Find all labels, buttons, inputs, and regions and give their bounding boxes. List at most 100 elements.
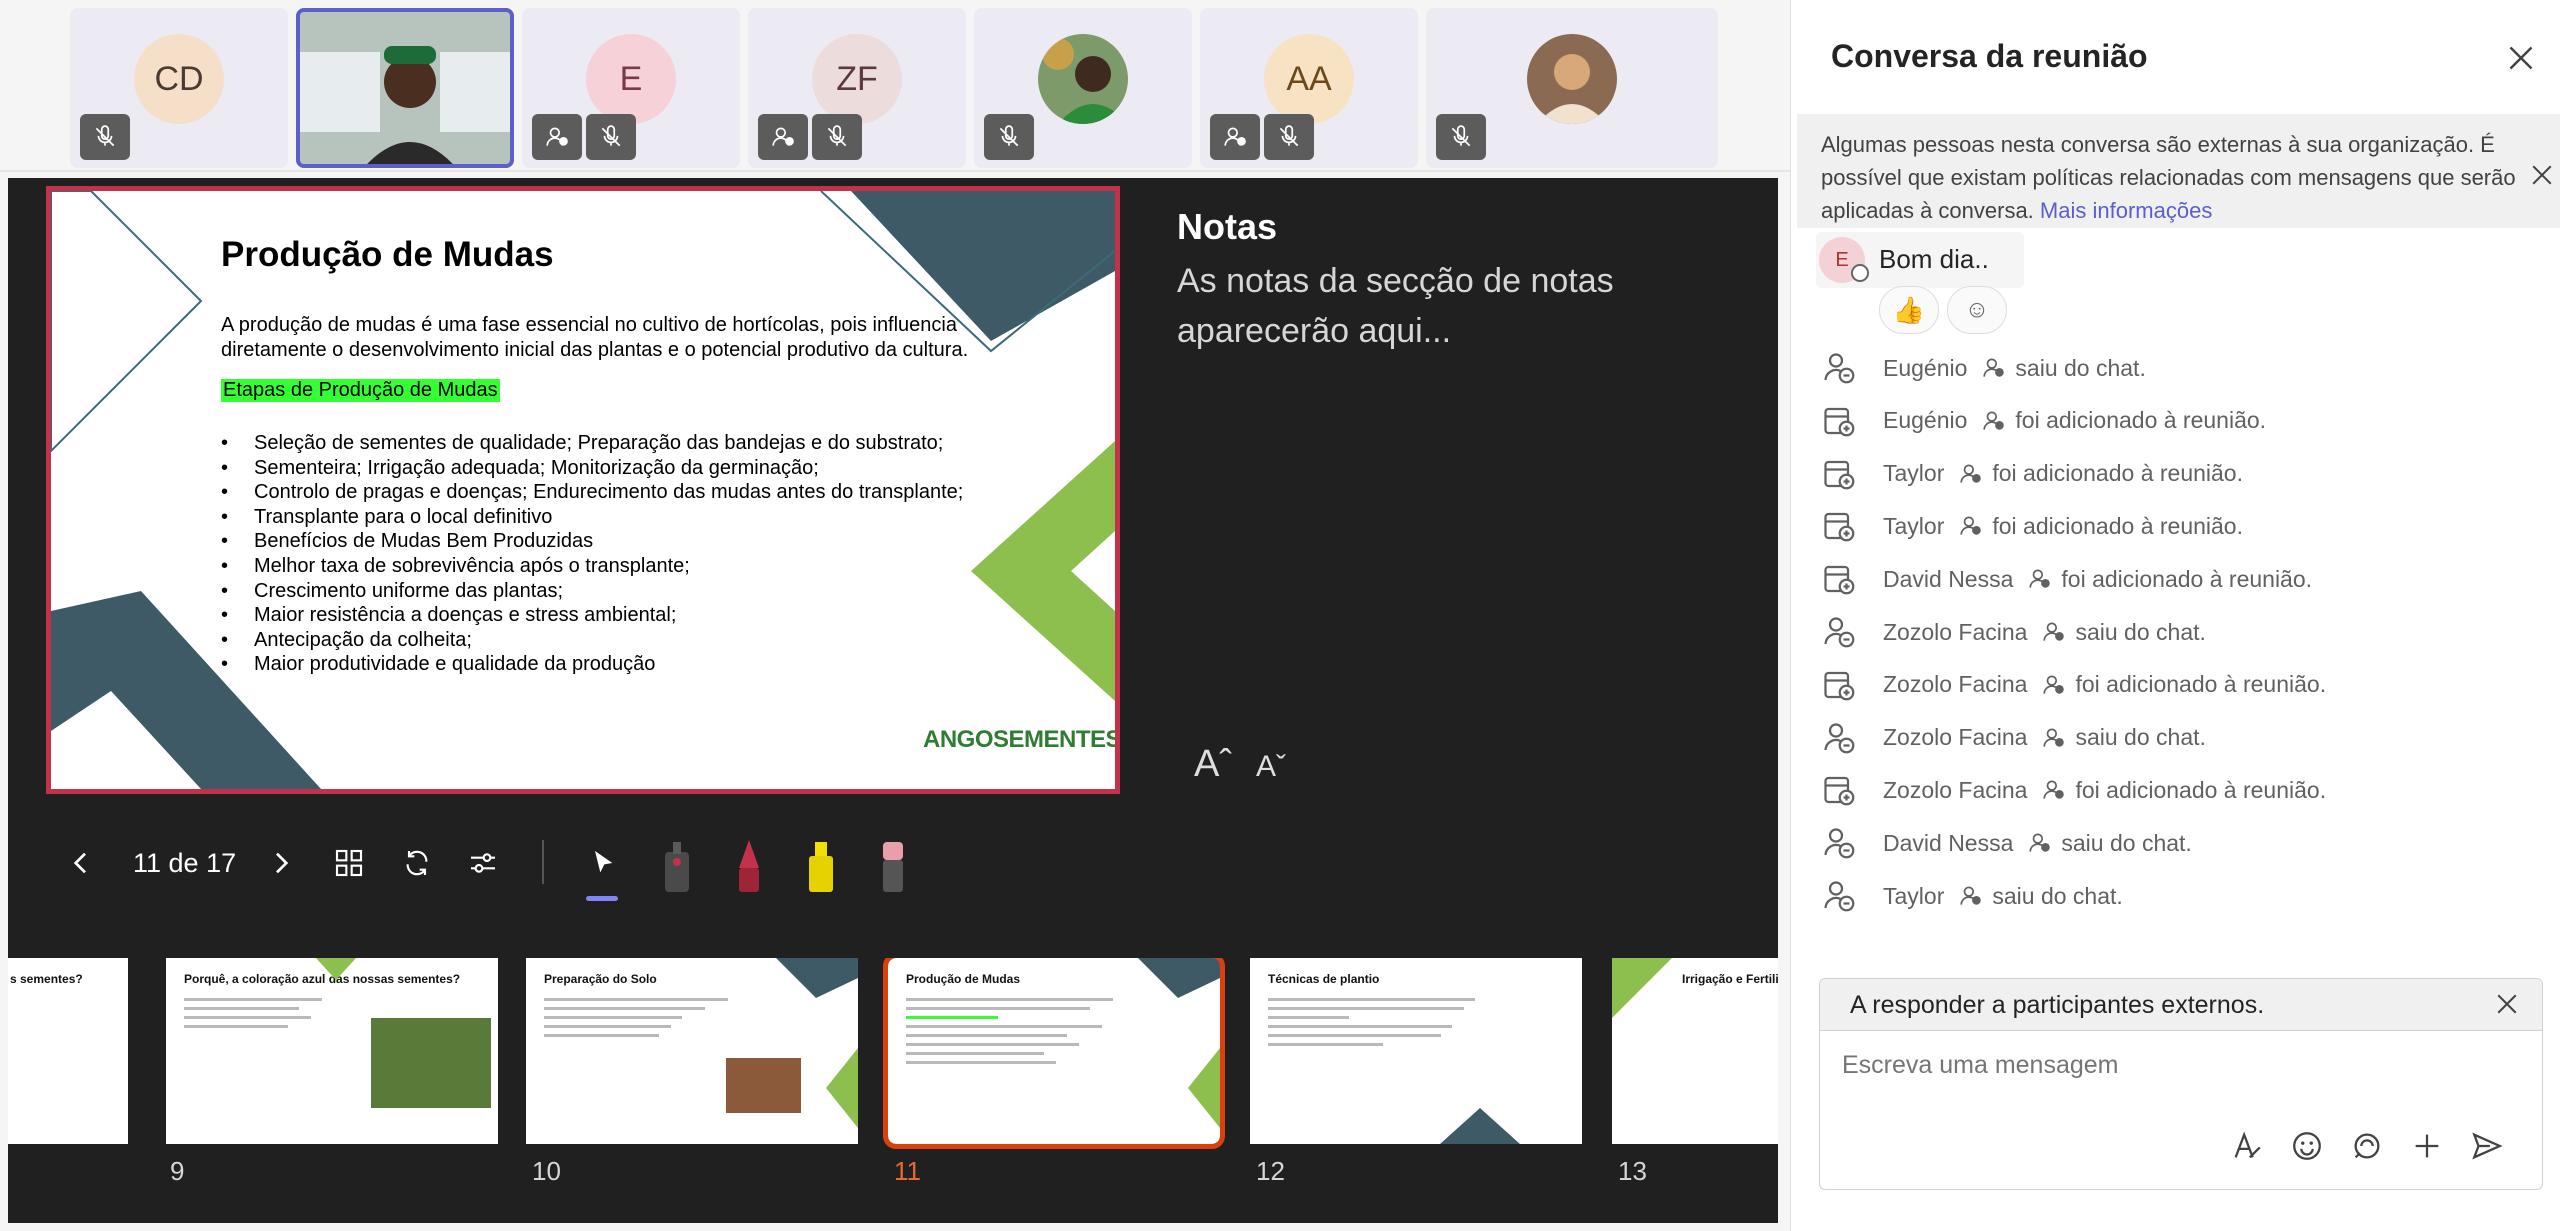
close-banner-button[interactable] <box>2527 160 2557 190</box>
external-user-icon <box>2043 675 2065 694</box>
event-action: foi adicionado à reunião. <box>1992 460 2243 487</box>
event-user-name: Eugénio <box>1883 354 1968 381</box>
slide-number: 12 <box>1256 1156 1285 1186</box>
event-left-chat: Eugénio saiu do chat. <box>1821 348 2146 388</box>
increase-font-button[interactable]: Aˆ <box>1194 743 1232 786</box>
settings-button[interactable] <box>458 838 508 888</box>
meeting-chat-panel: Conversa da reunião Algumas pessoas nest… <box>1790 0 2560 1231</box>
participant-tile-video[interactable] <box>296 8 514 168</box>
loop-component-icon[interactable] <box>2350 1129 2384 1163</box>
message-text: Bom dia.. <box>1879 244 1989 274</box>
chevron-right-icon <box>276 852 289 874</box>
sync-button[interactable] <box>392 838 442 888</box>
participant-video <box>300 12 510 164</box>
red-pen-tool[interactable] <box>724 836 774 894</box>
close-notice-button[interactable] <box>2492 989 2522 1019</box>
avatar: AA <box>1264 34 1354 124</box>
slide-thumbnail[interactable]: Preparação do Solo <box>526 958 858 1144</box>
event-action: saiu do chat. <box>2061 829 2192 856</box>
participant-tile-zf[interactable]: ZF <box>748 8 966 168</box>
emoji-icon[interactable] <box>2290 1129 2324 1163</box>
mic-muted-icon <box>80 114 130 160</box>
current-slide: Produção de Mudas A produção de mudas é … <box>46 186 1120 794</box>
event-action: saiu do chat. <box>2075 724 2206 751</box>
previous-slide-button[interactable] <box>56 838 106 888</box>
event-added-to-meeting: Taylor foi adicionado à reunião. <box>1821 454 2243 494</box>
event-action: saiu do chat. <box>2075 618 2206 645</box>
next-slide-button[interactable] <box>256 838 306 888</box>
event-action: foi adicionado à reunião. <box>2075 671 2327 698</box>
cursor-icon <box>595 851 613 873</box>
user-left-icon <box>1824 881 1855 912</box>
more-info-link[interactable]: Mais informações <box>2040 198 2212 223</box>
participant-tile-cd[interactable]: CD <box>70 8 288 168</box>
slide-number: 10 <box>532 1156 561 1186</box>
slide-title: Produção de Mudas <box>221 235 554 274</box>
event-user-name: Zozolo Facina <box>1883 724 2028 751</box>
close-chat-button[interactable] <box>2503 40 2539 76</box>
compose-toolbar <box>2230 1129 2504 1163</box>
participant-tile-photo-1[interactable] <box>974 8 1192 168</box>
event-left-chat: Zozolo Facina saiu do chat. <box>1821 718 2206 758</box>
external-user-icon <box>2043 728 2065 747</box>
highlighter-icon <box>809 842 833 892</box>
user-added-icon <box>1824 460 1855 489</box>
slide-number: 13 <box>1618 1156 1647 1186</box>
laser-pen-icon <box>665 842 689 892</box>
external-user-icon <box>1983 411 2005 430</box>
slide-thumbnail[interactable]: Técnicas de plantio <box>1250 958 1582 1144</box>
participant-tile-photo-2[interactable] <box>1426 8 1718 168</box>
toolbar-divider <box>542 840 544 884</box>
external-user-icon <box>2043 622 2065 641</box>
grid-icon <box>335 849 363 877</box>
slide-bullet: Benefícios de Mudas Bem Produzidas <box>221 529 963 554</box>
avatar: E <box>586 34 676 124</box>
user-added-icon <box>1824 777 1855 806</box>
user-added-icon <box>1824 566 1855 595</box>
format-text-icon[interactable] <box>2230 1129 2264 1163</box>
external-participants-banner: Algumas pessoas nesta conversa são exter… <box>1797 114 2560 228</box>
add-reaction-button[interactable]: ☺ <box>1947 286 2007 334</box>
participant-tile-aa[interactable]: AA <box>1200 8 1418 168</box>
external-user-icon <box>1960 886 1982 905</box>
slide-bullet: Sementeira; Irrigação adequada; Monitori… <box>221 456 963 481</box>
message-input[interactable] <box>1842 1051 2502 1080</box>
page-counter: 11 de 17 <box>133 848 237 878</box>
slide-bullet-list: Seleção de sementes de qualidade; Prepar… <box>221 431 963 677</box>
event-user-name: Zozolo Facina <box>1883 671 2028 698</box>
event-user-name: David Nessa <box>1883 829 2014 856</box>
external-user-icon <box>1960 516 1982 536</box>
sync-icon <box>406 850 428 876</box>
mic-muted-icon <box>812 114 862 160</box>
slide-thumbnail-selected[interactable]: Produção de Mudas <box>883 958 1225 1149</box>
slide-section-heading: Etapas de Produção de Mudas <box>221 379 500 402</box>
send-icon[interactable] <box>2470 1129 2504 1163</box>
slide-thumbnail-strip: s sementes? Porquê, a coloração azul das… <box>8 958 1778 1223</box>
avatar: ZF <box>812 34 902 124</box>
grid-view-button[interactable] <box>324 838 374 888</box>
eraser-icon <box>883 842 903 892</box>
decrease-font-button[interactable]: Aˇ <box>1256 750 1286 784</box>
avatar: CD <box>134 34 224 124</box>
slide-thumbnail[interactable]: Porquê, a coloração azul das nossas seme… <box>166 958 498 1144</box>
slide-thumbnail[interactable]: s sementes? <box>8 958 128 1144</box>
participant-tile-e[interactable]: E <box>522 8 740 168</box>
slide-thumbnail[interactable]: Irrigação e Fertiliz <box>1612 958 1778 1144</box>
event-user-name: Taylor <box>1883 882 1945 909</box>
eraser-tool[interactable] <box>868 836 918 894</box>
avatar-photo <box>1527 34 1617 124</box>
external-user-icon <box>758 114 808 160</box>
pointer-tool-button[interactable] <box>578 838 628 888</box>
laser-pointer-tool[interactable] <box>652 836 702 894</box>
event-user-name: Eugénio <box>1883 407 1968 434</box>
slide-bullet: Crescimento uniforme das plantas; <box>221 579 963 604</box>
highlighter-tool[interactable] <box>796 836 846 894</box>
user-left-icon <box>1824 722 1855 753</box>
event-action: foi adicionado à reunião. <box>2061 565 2313 592</box>
presence-status-icon <box>1851 264 1869 282</box>
add-icon[interactable] <box>2410 1129 2444 1163</box>
presenter-controls: 11 de 17 <box>8 828 1778 901</box>
reaction-thumbs-up[interactable]: 👍 <box>1879 286 1939 334</box>
event-added-to-meeting: Zozolo Facina foi adicionado à reunião. <box>1821 770 2326 810</box>
event-added-to-meeting: David Nessa foi adicionado à reunião. <box>1821 559 2312 599</box>
